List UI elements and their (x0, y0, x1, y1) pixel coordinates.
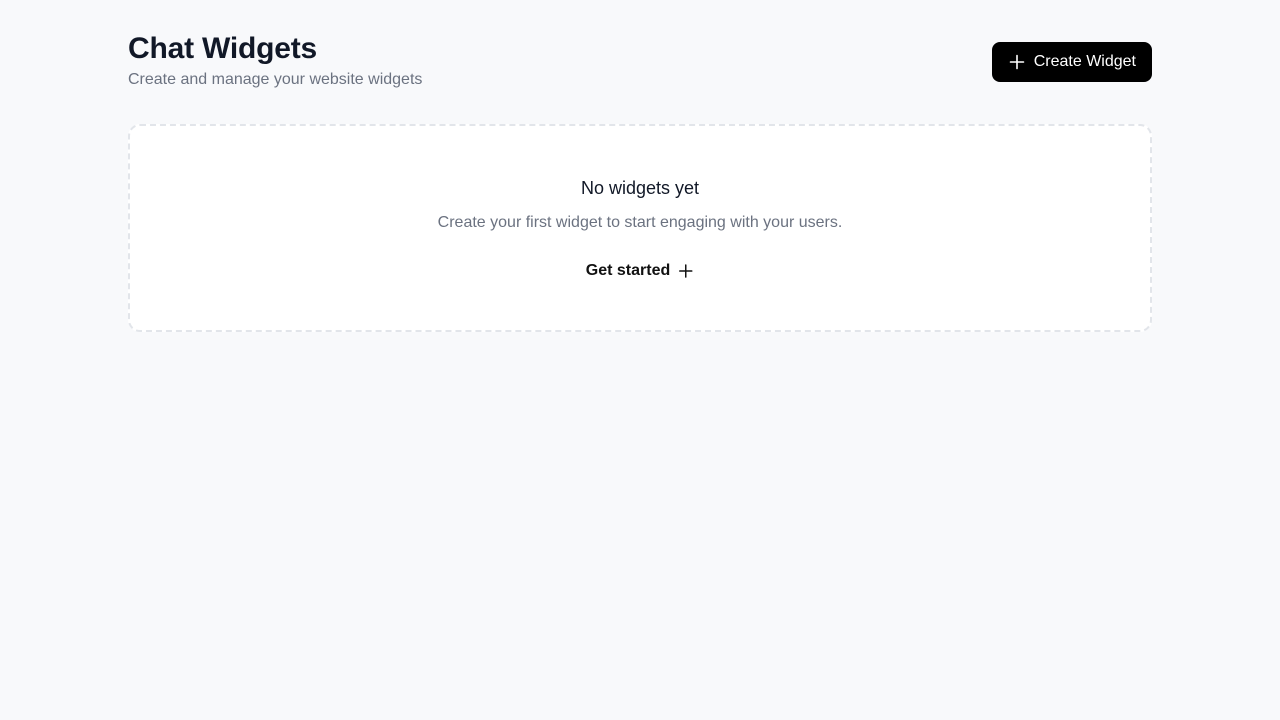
empty-state-title: No widgets yet (580, 178, 700, 198)
plus-icon (1008, 53, 1026, 71)
create-widget-label: Create Widget (1033, 53, 1136, 70)
get-started-button[interactable]: Get started (586, 258, 694, 284)
empty-state-description: Create your first widget to start engagi… (437, 214, 843, 231)
empty-state-card: No widgets yet Create your first widget … (128, 124, 1152, 332)
create-widget-button[interactable]: Create Widget (991, 42, 1152, 82)
page-title: Chat Widgets (128, 32, 317, 65)
main-content: Chat Widgets Create and manage your webs… (128, 0, 1152, 332)
get-started-label: Get started (585, 262, 671, 279)
plus-icon (678, 263, 694, 279)
page-header: Chat Widgets Create and manage your webs… (128, 0, 1152, 124)
page-subtitle: Create and manage your website widgets (128, 71, 423, 88)
